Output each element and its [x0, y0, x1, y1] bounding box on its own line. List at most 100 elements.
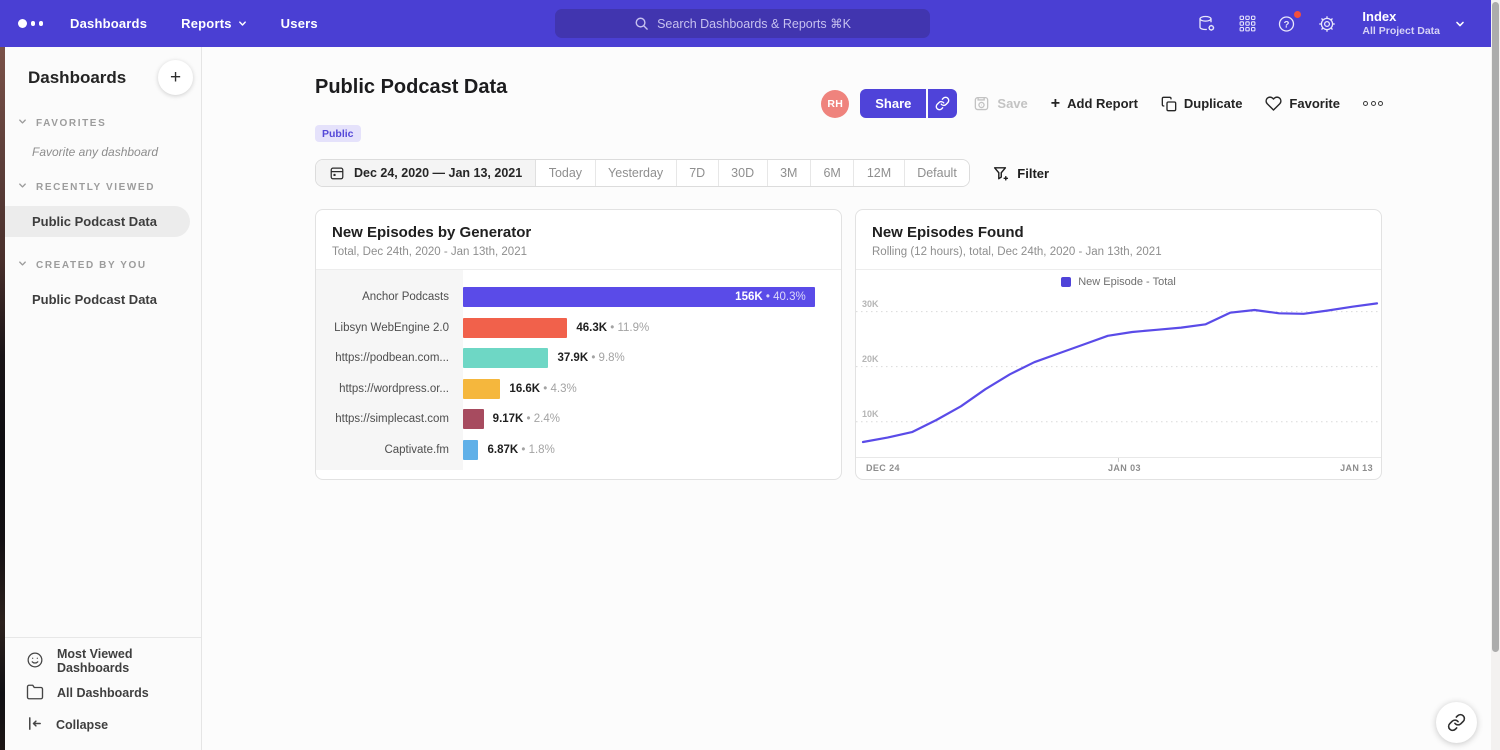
chevron-down-icon	[1455, 19, 1465, 29]
share-link-button[interactable]	[928, 89, 957, 118]
bar-track: 9.17K • 2.4%	[463, 409, 841, 429]
date-preset-30d[interactable]: 30D	[719, 160, 768, 186]
bar-row: https://simplecast.com9.17K • 2.4%	[316, 404, 841, 435]
sidebar: Dashboards + FAVORITESFavorite any dashb…	[5, 47, 202, 750]
bar-chart-card: New Episodes by Generator Total, Dec 24t…	[315, 209, 842, 480]
nav-item-label: Reports	[181, 16, 232, 31]
settings-gear-icon[interactable]	[1316, 13, 1338, 35]
date-preset-yesterday[interactable]: Yesterday	[596, 160, 677, 186]
date-preset-12m[interactable]: 12M	[854, 160, 904, 186]
collapse-left-icon	[26, 715, 43, 735]
filter-button[interactable]: Filter	[992, 165, 1049, 182]
bar-segment[interactable]: 6.87K • 1.8%	[463, 440, 478, 460]
y-axis-label: 20K	[862, 354, 879, 364]
duplicate-icon	[1161, 96, 1177, 112]
sidebar-footer: Most Viewed Dashboards All Dashboards Coll…	[5, 637, 201, 750]
favorite-button[interactable]: Favorite	[1265, 95, 1340, 112]
data-management-icon[interactable]	[1196, 13, 1218, 35]
svg-text:?: ?	[1284, 19, 1290, 30]
date-preset-today[interactable]: Today	[536, 160, 595, 186]
bar-chart: Anchor Podcasts 156K • 40.3% Libsyn WebEng…	[316, 270, 841, 478]
card-title: New Episodes Found	[872, 224, 1365, 241]
save-button[interactable]: Save	[973, 95, 1027, 112]
sidebar-footer-item-collapse[interactable]: Collapse	[5, 709, 201, 741]
date-preset-7d[interactable]: 7D	[677, 160, 719, 186]
chevron-down-icon	[18, 181, 27, 193]
create-dashboard-button[interactable]: +	[158, 60, 193, 95]
bar-value-label: 6.87K • 1.8%	[487, 444, 554, 456]
bar-row: Libsyn WebEngine 2.046.3K • 11.9%	[316, 313, 841, 344]
sidebar-section-header[interactable]: RECENTLY VIEWED	[5, 181, 201, 193]
sidebar-empty-hint: Favorite any dashboard	[5, 145, 201, 159]
bar-value-label: 156K • 40.3%	[735, 291, 806, 303]
x-axis-label: JAN 13	[1340, 463, 1373, 473]
top-navbar: Dashboards Reports Users Search Dashboar…	[0, 0, 1491, 47]
add-report-button[interactable]: + Add Report	[1051, 96, 1138, 112]
help-icon[interactable]: ?	[1276, 13, 1298, 35]
bar-value-label: 37.9K • 9.8%	[557, 352, 624, 364]
search-placeholder: Search Dashboards & Reports ⌘K	[657, 16, 851, 31]
y-axis-label: 10K	[862, 409, 879, 419]
date-presets: TodayYesterday7D30D3M6M12MDefault	[536, 160, 969, 186]
sidebar-item-public-podcast-data[interactable]: Public Podcast Data	[5, 206, 190, 237]
sidebar-sections: FAVORITES Favorite any dashboard RECENTLY …	[5, 117, 201, 315]
more-options-icon[interactable]	[1363, 97, 1383, 110]
date-preset-3m[interactable]: 3M	[768, 160, 811, 186]
sidebar-footer-label: All Dashboards	[57, 686, 149, 700]
bar-segment[interactable]: 9.17K • 2.4%	[463, 409, 484, 429]
bar-segment[interactable]: 156K • 40.3%	[463, 287, 815, 307]
line-chart-svg	[856, 294, 1382, 458]
sidebar-section-label: RECENTLY VIEWED	[36, 182, 155, 193]
bar-category-label: https://podbean.com...	[316, 352, 463, 364]
bar-track: 6.87K • 1.8%	[463, 440, 841, 460]
card-subtitle: Total, Dec 24th, 2020 - Jan 13th, 2021	[332, 246, 825, 258]
bar-track: 16.6K • 4.3%	[463, 379, 841, 399]
nav-item-dashboards[interactable]: Dashboards	[70, 16, 147, 31]
sidebar-section-header[interactable]: CREATED BY YOU	[5, 259, 201, 271]
scrollbar-thumb[interactable]	[1492, 2, 1499, 652]
scrollbar-track[interactable]	[1491, 0, 1500, 750]
share-button[interactable]: Share	[860, 89, 926, 118]
date-preset-6m[interactable]: 6M	[811, 160, 854, 186]
bar-value-label: 46.3K • 11.9%	[576, 322, 649, 334]
date-range-button[interactable]: Dec 24, 2020 — Jan 13, 2021	[316, 160, 536, 186]
bar-category-label: https://wordpress.or...	[316, 383, 463, 395]
x-axis-label: DEC 24	[866, 463, 900, 473]
date-range-label: Dec 24, 2020 — Jan 13, 2021	[354, 166, 522, 180]
duplicate-button[interactable]: Duplicate	[1161, 96, 1243, 112]
link-icon	[935, 96, 950, 111]
nav-item-reports[interactable]: Reports	[181, 16, 247, 31]
visibility-badge: Public	[315, 125, 361, 142]
sidebar-footer-item-all-dashboards[interactable]: All Dashboards	[5, 677, 201, 709]
x-axis-tick	[1118, 458, 1119, 462]
bar-segment[interactable]: 46.3K • 11.9%	[463, 318, 567, 338]
avatar[interactable]: RH	[821, 90, 849, 118]
sidebar-section: RECENTLY VIEWED Public Podcast Data	[5, 181, 201, 237]
sidebar-footer-label: Collapse	[56, 718, 108, 732]
project-switcher[interactable]: Index All Project Data	[1362, 9, 1465, 38]
sidebar-item-label: Public Podcast Data	[32, 292, 157, 307]
bar-segment[interactable]: 16.6K • 4.3%	[463, 379, 500, 399]
nav-item-label: Dashboards	[70, 16, 147, 31]
sidebar-footer-label: Most Viewed Dashboards	[57, 647, 201, 675]
bar-category-label: Anchor Podcasts	[316, 291, 463, 303]
sidebar-item-public-podcast-data[interactable]: Public Podcast Data	[5, 284, 190, 315]
sidebar-section-header[interactable]: FAVORITES	[5, 117, 201, 129]
sidebar-item-label: Public Podcast Data	[32, 214, 157, 229]
bar-row: https://wordpress.or...16.6K • 4.3%	[316, 374, 841, 405]
page-header: Public Podcast Data Public RH Share Save…	[202, 47, 1500, 142]
nav-item-users[interactable]: Users	[281, 16, 318, 31]
sidebar-section: CREATED BY YOU Public Podcast Data	[5, 259, 201, 315]
x-axis-label: JAN 03	[1108, 463, 1141, 473]
apps-grid-icon[interactable]	[1236, 13, 1258, 35]
y-axis-label: 30K	[862, 299, 879, 309]
card-subtitle: Rolling (12 hours), total, Dec 24th, 202…	[872, 246, 1365, 258]
date-preset-default[interactable]: Default	[905, 160, 970, 186]
mixpanel-logo-icon[interactable]	[18, 19, 43, 28]
sidebar-footer-item-most-viewed-dashboards[interactable]: Most Viewed Dashboards	[5, 645, 201, 677]
search-input[interactable]: Search Dashboards & Reports ⌘K	[555, 9, 930, 38]
bar-row: Anchor Podcasts 156K • 40.3%	[316, 282, 841, 313]
bar-segment[interactable]: 37.9K • 9.8%	[463, 348, 548, 368]
legend-label: New Episode - Total	[1078, 276, 1176, 288]
floating-share-link-button[interactable]	[1436, 702, 1477, 743]
